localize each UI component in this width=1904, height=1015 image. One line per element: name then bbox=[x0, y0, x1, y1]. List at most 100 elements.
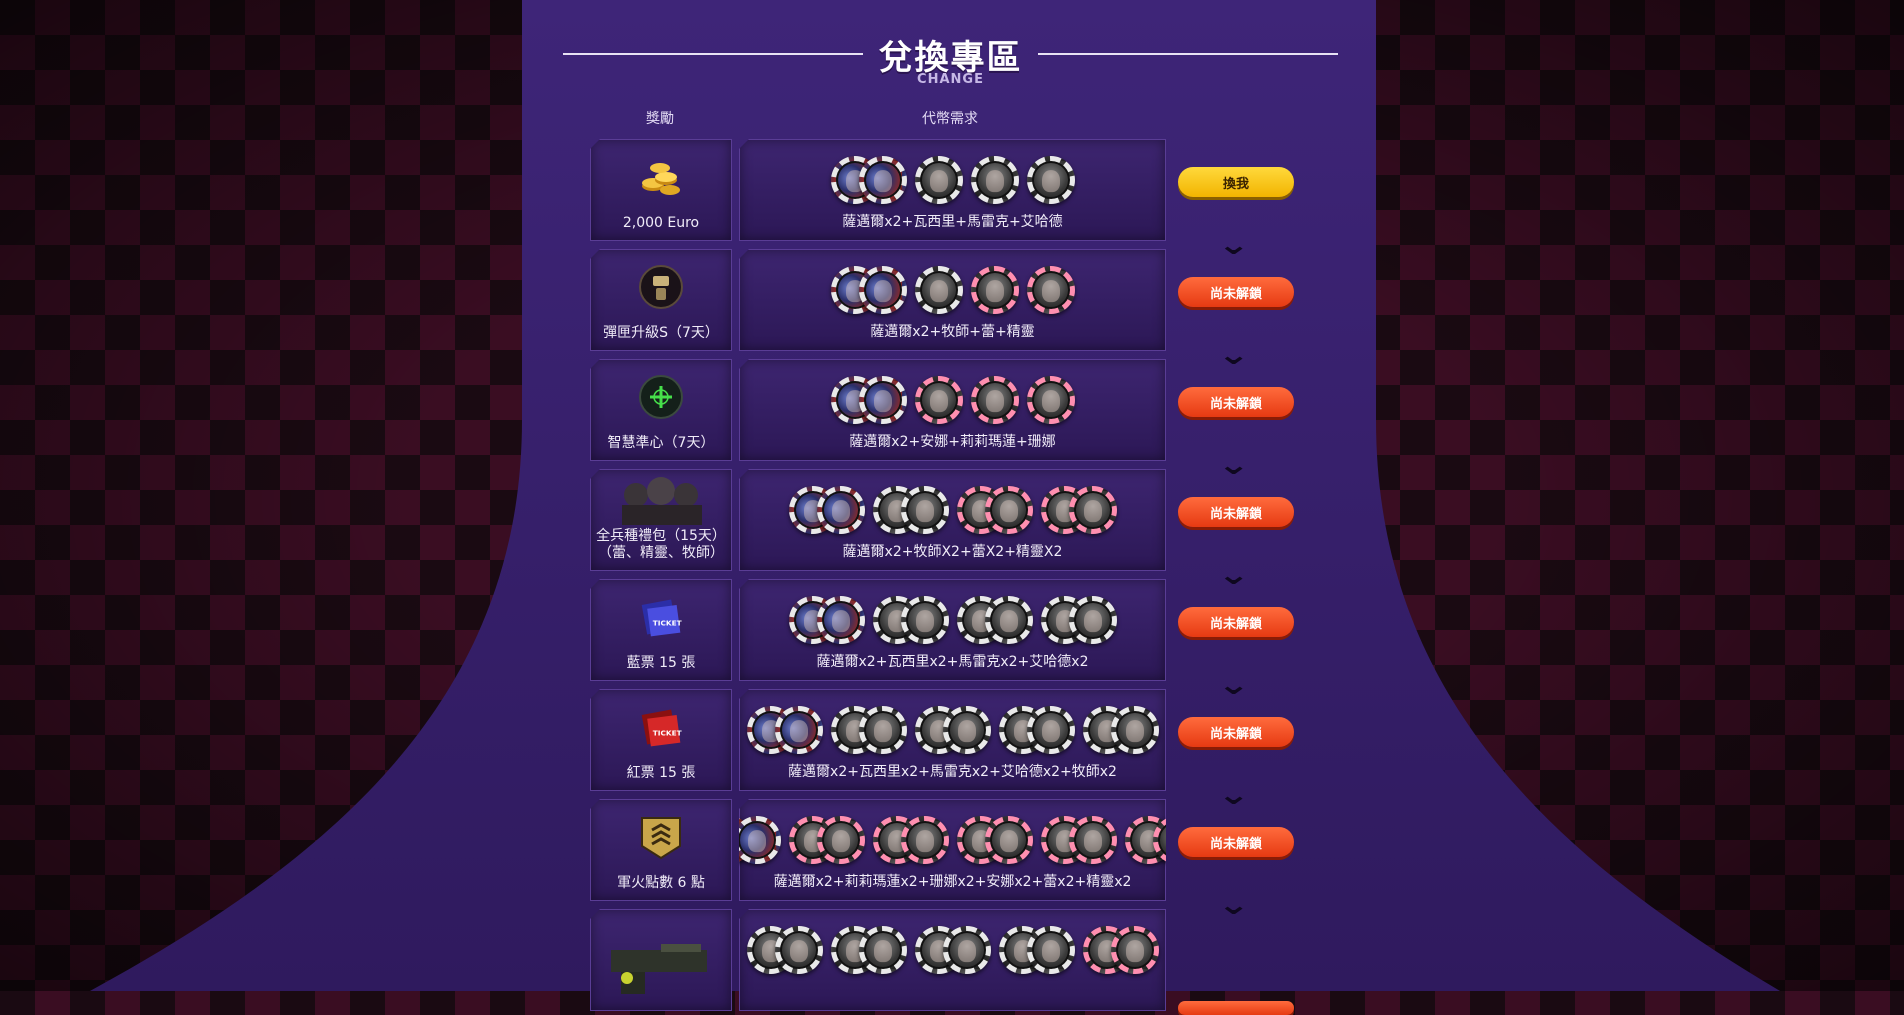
character-face-icon bbox=[985, 390, 1004, 413]
character-token-icon bbox=[816, 486, 865, 534]
character-face-icon bbox=[985, 280, 1004, 303]
locked-button[interactable]: 尚未解鎖 bbox=[1178, 607, 1294, 637]
character-token-icon bbox=[858, 266, 907, 314]
reward-label-line: 2,000 Euro bbox=[622, 215, 700, 231]
character-face-icon bbox=[929, 170, 948, 193]
locked-button[interactable] bbox=[1178, 1001, 1294, 1015]
token-requirement-label: 薩邁爾x2+瓦西里x2+馬雷克x2+艾哈德x2 bbox=[816, 654, 1089, 670]
exchange-button[interactable]: 換我 bbox=[1178, 167, 1294, 197]
locked-button[interactable]: 尚未解鎖 bbox=[1178, 387, 1294, 417]
character-token-icon bbox=[739, 816, 781, 864]
character-face-icon bbox=[747, 830, 766, 853]
token-requirement-box: 薩邁爾x2+牧師X2+蕾X2+精靈X2 bbox=[739, 469, 1166, 571]
character-token-icon bbox=[1026, 156, 1075, 204]
token-requirement-label: 薩邁爾x2+牧師+蕾+精靈 bbox=[870, 324, 1035, 340]
reward-box: TICKET 藍票 15 張 bbox=[590, 579, 732, 681]
token-group bbox=[830, 156, 907, 204]
character-token-icon bbox=[900, 486, 949, 534]
character-face-icon bbox=[1083, 500, 1102, 523]
character-token-icon bbox=[984, 486, 1033, 534]
character-face-icon bbox=[929, 390, 948, 413]
character-token-icon bbox=[970, 266, 1019, 314]
character-token-icon bbox=[900, 596, 949, 644]
character-face-icon bbox=[957, 940, 976, 963]
token-requirement-label: 薩邁爾x2+瓦西里+馬雷克+艾哈德 bbox=[842, 214, 1063, 230]
character-face-icon bbox=[1041, 280, 1060, 303]
token-requirement-box: 薩邁爾x2+瓦西里x2+馬雷克x2+艾哈德x2+牧師x2 bbox=[739, 689, 1166, 791]
reward-box: 智慧準心（7天） bbox=[590, 359, 732, 461]
character-face-icon bbox=[1041, 170, 1060, 193]
section-header: 兌換專區 CHANGE bbox=[563, 30, 1338, 92]
character-face-icon bbox=[915, 830, 934, 853]
svg-text:TICKET: TICKET bbox=[653, 618, 682, 627]
character-token-icon bbox=[914, 156, 963, 204]
reward-label-line: 全兵種禮包（15天） bbox=[596, 528, 726, 544]
exchange-row: 彈匣升級S（7天） 薩邁爾x2+牧師+蕾+精靈 尚未解鎖 bbox=[590, 249, 1294, 351]
token-group bbox=[830, 926, 907, 974]
token-requirement-box: 薩邁爾x2+莉莉瑪蓮x2+珊娜x2+安娜x2+蕾x2+精靈x2 bbox=[739, 799, 1166, 901]
reward-label: 智慧準心（7天） bbox=[591, 435, 731, 452]
reward-label: 軍火點數 6 點 bbox=[591, 875, 731, 892]
token-chip-row bbox=[740, 264, 1165, 316]
token-chip-row bbox=[740, 924, 1165, 976]
token-group bbox=[970, 266, 1019, 314]
reward-label-line: 紅票 15 張 bbox=[626, 765, 696, 781]
character-face-icon bbox=[1125, 720, 1144, 743]
token-group bbox=[970, 376, 1019, 424]
token-group bbox=[872, 486, 949, 534]
gold-coins-icon bbox=[638, 154, 684, 200]
character-face-icon bbox=[915, 500, 934, 523]
reward-label: 紅票 15 張 bbox=[591, 765, 731, 782]
token-requirement-box bbox=[739, 909, 1166, 1011]
reward-label-line: （蕾、精靈、牧師） bbox=[598, 545, 724, 561]
locked-button[interactable]: 尚未解鎖 bbox=[1178, 717, 1294, 747]
locked-button[interactable]: 尚未解鎖 bbox=[1178, 277, 1294, 307]
exchange-row: 全兵種禮包（15天） （蕾、精靈、牧師） 薩邁爾x2+牧師X2+蕾X2+精靈X2 尚未… bbox=[590, 469, 1294, 571]
svg-text:TICKET: TICKET bbox=[653, 728, 682, 737]
token-group bbox=[1040, 596, 1117, 644]
character-token-icon bbox=[970, 156, 1019, 204]
reward-label: 全兵種禮包（15天） （蕾、精靈、牧師） bbox=[591, 528, 731, 562]
character-face-icon bbox=[999, 500, 1018, 523]
character-face-icon bbox=[985, 170, 1004, 193]
character-face-icon bbox=[831, 500, 850, 523]
locked-button[interactable]: 尚未解鎖 bbox=[1178, 827, 1294, 857]
token-group bbox=[788, 816, 865, 864]
rank-points-icon bbox=[638, 814, 684, 860]
character-token-icon bbox=[1026, 266, 1075, 314]
token-group bbox=[830, 706, 907, 754]
token-chip-row bbox=[740, 594, 1165, 646]
token-chip-row bbox=[740, 704, 1165, 756]
character-token-icon bbox=[984, 816, 1033, 864]
reward-label-line: 藍票 15 張 bbox=[626, 655, 696, 671]
character-face-icon bbox=[1041, 720, 1060, 743]
token-requirement-box: 薩邁爾x2+牧師+蕾+精靈 bbox=[739, 249, 1166, 351]
token-requirement-label: 薩邁爾x2+瓦西里x2+馬雷克x2+艾哈德x2+牧師x2 bbox=[788, 764, 1117, 780]
character-face-icon bbox=[1125, 940, 1144, 963]
reward-label: 2,000 Euro bbox=[591, 215, 731, 232]
token-group bbox=[998, 706, 1075, 754]
token-group bbox=[1026, 266, 1075, 314]
locked-button[interactable]: 尚未解鎖 bbox=[1178, 497, 1294, 527]
token-chip-row bbox=[739, 814, 1166, 866]
character-token-icon bbox=[942, 926, 991, 974]
character-face-icon bbox=[873, 940, 892, 963]
character-token-icon bbox=[970, 376, 1019, 424]
token-group bbox=[872, 816, 949, 864]
character-token-icon bbox=[858, 376, 907, 424]
character-token-icon bbox=[774, 706, 823, 754]
token-group bbox=[914, 926, 991, 974]
exchange-row: 智慧準心（7天） 薩邁爾x2+安娜+莉莉瑪蓮+珊娜 尚未解鎖 bbox=[590, 359, 1294, 461]
character-face-icon bbox=[1083, 610, 1102, 633]
token-group bbox=[970, 156, 1019, 204]
token-chip-row bbox=[740, 484, 1165, 536]
reward-label-line: 彈匣升級S（7天） bbox=[603, 325, 719, 341]
token-group bbox=[830, 266, 907, 314]
character-face-icon bbox=[873, 390, 892, 413]
character-face-icon bbox=[957, 720, 976, 743]
token-requirement-box: 薩邁爾x2+瓦西里x2+馬雷克x2+艾哈德x2 bbox=[739, 579, 1166, 681]
token-chip-row bbox=[740, 374, 1165, 426]
weapon-icon bbox=[601, 940, 721, 994]
token-group bbox=[1040, 816, 1117, 864]
character-token-icon bbox=[1068, 486, 1117, 534]
